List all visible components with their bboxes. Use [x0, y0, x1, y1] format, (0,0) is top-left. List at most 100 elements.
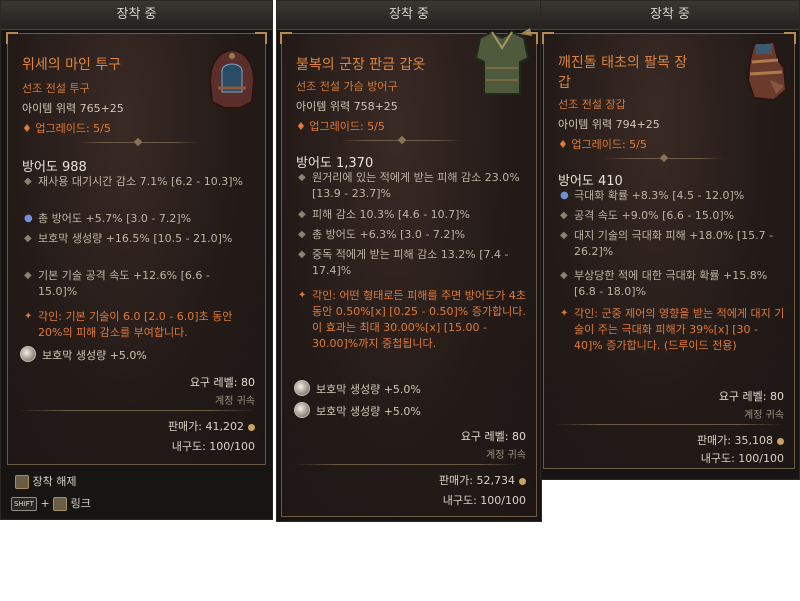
separator [18, 410, 258, 411]
chest-armor-icon [470, 28, 534, 106]
affix-diamond-icon: ◆ [298, 249, 306, 260]
aspect-star-icon: ✦ [298, 290, 307, 301]
affix-text: 극대화 확률 +8.3% [4.5 - 12.0]% [574, 189, 745, 202]
affix-text: 총 방어도 +6.3% [3.0 - 7.2]% [312, 228, 466, 241]
affix-text: 재사용 대기시간 감소 7.1% [6.2 - 10.3]% [38, 175, 243, 188]
aspect-text: 각인: 기본 기술이 6.0 [2.0 - 6.0]초 동안 20%의 피해 감… [38, 310, 233, 339]
item-tooltip-chest: 장착 중 불복의 군장 판금 갑옷 선조 전설 가슴 방어구 아이템 위력 75… [276, 0, 542, 522]
plus-sign: + [40, 497, 50, 510]
gem-socket-icon [294, 402, 310, 418]
upgrade-text: 업그레이드: 5/5 [35, 122, 111, 135]
equipped-header: 장착 중 [1, 1, 272, 30]
affix-4: ◆ 부상당한 적에 대한 극대화 확률 +15.8% [6.8 - 18.0]% [560, 268, 784, 300]
affix-text: 기본 기술 공격 속도 +12.6% [6.6 - 15.0]% [38, 269, 210, 298]
affix-text: 대지 기술의 극대화 피해 +18.0% [15.7 - 26.2]% [574, 229, 774, 258]
item-name: 불복의 군장 판금 갑옷 [296, 57, 426, 73]
affix-text: 총 방어도 +5.7% [3.0 - 7.2]% [38, 212, 192, 225]
account-bound: 계정 귀속 [486, 450, 526, 461]
separator [554, 424, 784, 425]
upgrade-text: 업그레이드: 5/5 [309, 120, 385, 133]
affix-3: ◆ 보호막 생성량 +16.5% [10.5 - 21.0]% [24, 231, 248, 247]
separator [78, 137, 198, 147]
equipped-header: 장착 중 [277, 1, 541, 30]
sell-text: 판매가: 52,734 [438, 474, 515, 487]
affix-3: ◆ 총 방어도 +6.3% [3.0 - 7.2]% [298, 227, 526, 243]
sell-value: 판매가: 35,108 [697, 432, 784, 448]
affix-circle-icon: ● [24, 213, 33, 224]
affix-1: ● 극대화 확률 +8.3% [4.5 - 12.0]% [560, 188, 784, 204]
tooltip-card: 깨진돌 태초의 팔목 장 갑 선조 전설 장갑 아이템 위력 794+25 ♦ … [542, 32, 796, 469]
sell-value: 판매가: 41,202 [168, 418, 255, 434]
affix-diamond-icon: ◆ [24, 270, 32, 281]
durability: 내구도: 100/100 [700, 452, 784, 465]
item-tooltip-helm: 장착 중 위세의 마인 투구 선조 전설 투구 아이템 위력 765+25 ♦ … [0, 0, 273, 520]
armor-value: 방어도 410 [558, 174, 623, 189]
equipped-header: 장착 중 [541, 1, 799, 30]
account-bound: 계정 귀속 [215, 396, 255, 407]
durability: 내구도: 100/100 [442, 494, 526, 507]
durability: 내구도: 100/100 [171, 440, 255, 453]
gauntlet-icon [740, 40, 792, 108]
affix-diamond-icon: ◆ [24, 176, 32, 187]
aspect-star-icon: ✦ [24, 311, 33, 322]
sell-value: 판매가: 52,734 [439, 472, 526, 488]
required-level: 요구 레벨: 80 [189, 376, 255, 389]
upgrade-diamond-icon: ♦ [22, 122, 36, 135]
sell-text: 판매가: 35,108 [696, 434, 773, 447]
affix-diamond-icon: ◆ [298, 172, 306, 183]
upgrade-status: ♦ 업그레이드: 5/5 [22, 120, 111, 136]
tooltip-card: 위세의 마인 투구 선조 전설 투구 아이템 위력 765+25 ♦ 업그레이드… [6, 32, 267, 465]
unequip-label: 장착 해제 [32, 475, 77, 488]
required-level: 요구 레벨: 80 [718, 390, 784, 403]
gem-bonus: 보호막 생성량 +5.0% [42, 349, 147, 362]
gem-socket-icon [20, 346, 36, 362]
gold-coin-icon [248, 423, 255, 431]
item-power: 아이템 위력 758+25 [296, 100, 398, 113]
gem-bonus: 보호막 생성량 +5.0% [316, 383, 421, 396]
affix-text: 피해 감소 10.3% [4.6 - 10.7]% [312, 208, 470, 221]
affix-2: ● 총 방어도 +5.7% [3.0 - 7.2]% [24, 211, 248, 227]
affix-diamond-icon: ◆ [24, 233, 32, 244]
separator [292, 464, 522, 465]
item-type: 선조 전설 투구 [22, 82, 90, 95]
gold-coin-icon [777, 437, 784, 445]
account-bound: 계정 귀속 [744, 410, 784, 421]
legendary-aspect: ✦ 각인: 어떤 형태로든 피해를 주면 방어도가 4초 동안 0.50%[x] … [298, 288, 528, 352]
unequip-action[interactable]: 장착 해제 [15, 473, 76, 489]
sell-text: 판매가: 41,202 [167, 420, 244, 433]
upgrade-status: ♦ 업그레이드: 5/5 [296, 118, 385, 134]
gem-bonus: 보호막 생성량 +5.0% [316, 405, 421, 418]
upgrade-diamond-icon: ♦ [296, 120, 310, 133]
item-name: 위세의 마인 투구 [22, 57, 122, 73]
upgrade-text: 업그레이드: 5/5 [571, 138, 647, 151]
legendary-aspect: ✦ 각인: 군중 제어의 영향을 받는 적에게 대지 기술이 주는 극대화 피해가… [560, 306, 786, 354]
affix-diamond-icon: ◆ [560, 230, 568, 241]
mouse-right-icon [15, 475, 29, 489]
affix-diamond-icon: ◆ [560, 210, 568, 221]
affix-diamond-icon: ◆ [298, 209, 306, 220]
affix-text: 중독 적에게 받는 피해 감소 13.2% [7.4 - 17.4]% [312, 248, 509, 277]
affix-text: 부상당한 적에 대한 극대화 확률 +15.8% [6.8 - 18.0]% [574, 269, 768, 298]
item-power: 아이템 위력 794+25 [558, 118, 660, 131]
affix-2: ◆ 피해 감소 10.3% [4.6 - 10.7]% [298, 207, 526, 223]
affix-4: ◆ 기본 기술 공격 속도 +12.6% [6.6 - 15.0]% [24, 268, 248, 300]
item-power: 아이템 위력 765+25 [22, 102, 124, 115]
gem-socket-icon [294, 380, 310, 396]
aspect-star-icon: ✦ [560, 308, 569, 319]
mouse-left-icon [53, 497, 68, 511]
aspect-text: 각인: 어떤 형태로든 피해를 주면 방어도가 4초 동안 0.50%[x] [… [312, 289, 526, 350]
affix-text: 보호막 생성량 +16.5% [10.5 - 21.0]% [38, 232, 233, 245]
upgrade-status: ♦ 업그레이드: 5/5 [558, 136, 647, 152]
item-name-line-1: 깨진돌 태초의 팔목 장 [558, 55, 688, 71]
item-type: 선조 전설 장갑 [558, 98, 626, 111]
link-action[interactable]: SHIFT + 링크 [11, 495, 91, 511]
legendary-aspect: ✦ 각인: 기본 기술이 6.0 [2.0 - 6.0]초 동안 20%의 피해 … [24, 309, 252, 341]
item-tooltip-gloves: 장착 중 깨진돌 태초의 팔목 장 갑 선조 전설 장갑 아이템 위력 794+… [540, 0, 800, 480]
affix-3: ◆ 대지 기술의 극대화 피해 +18.0% [15.7 - 26.2]% [560, 228, 784, 260]
item-type: 선조 전설 가슴 방어구 [296, 80, 398, 93]
separator [604, 153, 724, 163]
affix-diamond-icon: ◆ [560, 270, 568, 281]
armor-value: 방어도 988 [22, 160, 87, 175]
separator [342, 135, 462, 145]
shift-key-icon: SHIFT [11, 497, 37, 511]
